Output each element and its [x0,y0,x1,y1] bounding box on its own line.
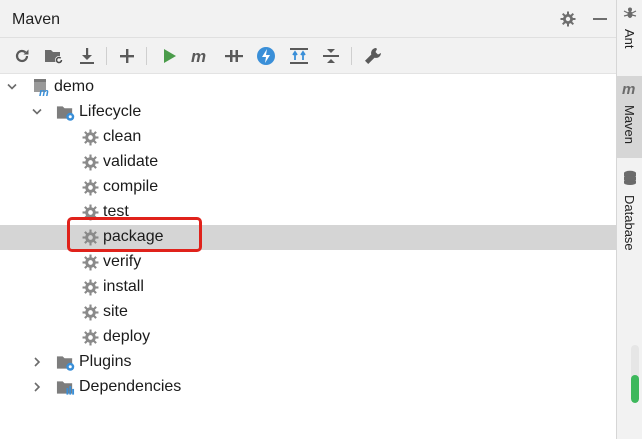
download-icon[interactable] [76,45,98,67]
run-icon[interactable] [158,45,180,67]
maven-module-icon: m [32,78,51,97]
maven-icon: m [622,81,638,101]
side-tab-label: Ant [622,29,637,49]
collapse-arrow-icon[interactable] [31,356,43,368]
collapse-all-icon[interactable] [320,45,342,67]
dependencies-folder-icon [56,378,75,397]
tree-node-plugins[interactable]: Plugins [0,350,616,375]
gear-icon [81,328,100,347]
tree-node-dependencies[interactable]: Dependencies [0,375,616,400]
toolbar-divider [146,47,147,65]
gear-icon [81,253,100,272]
lifecycle-goal-validate[interactable]: validate [0,150,616,175]
gear-icon [81,128,100,147]
memory-indicator-fill [631,375,639,403]
annotation-highlight-box [67,217,202,252]
reload-icon[interactable] [11,45,33,67]
goal-label: site [103,303,128,320]
toolbar-divider [106,47,107,65]
side-tab-database[interactable]: Database [617,170,642,254]
gear-icon [81,303,100,322]
goal-label: compile [103,178,159,195]
gear-icon [81,153,100,172]
wrench-icon[interactable] [362,45,384,67]
toolbar-divider [351,47,352,65]
goal-label: install [103,278,144,295]
goal-label: deploy [103,328,151,345]
svg-text:m: m [191,47,206,65]
plugins-folder-icon [56,353,75,372]
gear-icon [81,278,100,297]
goal-label: validate [103,153,159,170]
expand-arrow-icon[interactable] [6,81,18,93]
skip-tests-icon[interactable] [255,45,277,67]
lifecycle-goal-compile[interactable]: compile [0,175,616,200]
lifecycle-goal-install[interactable]: install [0,275,616,300]
tree-node-lifecycle[interactable]: Lifecycle [0,100,616,125]
tree-label-dependencies: Dependencies [79,378,182,395]
expand-arrow-icon[interactable] [31,106,43,118]
tool-window-header: Maven [0,0,616,38]
memory-indicator[interactable] [631,345,639,403]
tree-label-plugins: Plugins [79,353,132,370]
side-tab-label: Database [622,195,637,251]
svg-text:m: m [39,87,49,97]
minimize-icon[interactable] [591,10,609,28]
side-tab-label: Maven [622,105,637,145]
goal-label: verify [103,253,142,270]
tree-label-root: demo [54,78,95,95]
toggle-offline-icon[interactable] [223,45,245,67]
svg-text:m: m [622,82,635,96]
side-tab-maven[interactable]: m Maven [617,76,642,158]
show-dependencies-icon[interactable] [288,45,310,67]
generate-sources-icon[interactable] [43,45,65,67]
side-tab-ant[interactable]: Ant [617,6,642,64]
maven-tool-window: Maven m m demo Lifecycle clean validate … [0,0,617,439]
goal-label: clean [103,128,142,145]
lifecycle-folder-icon [56,103,75,122]
tool-window-title: Maven [12,11,61,28]
add-icon[interactable] [116,45,138,67]
maven-toolbar: m [0,38,616,74]
ant-icon [623,6,637,25]
lifecycle-goal-deploy[interactable]: deploy [0,325,616,350]
tree-node-demo[interactable]: m demo [0,75,616,100]
gear-icon [81,178,100,197]
database-icon [623,170,637,191]
gear-icon[interactable] [559,10,577,28]
tree-label-lifecycle: Lifecycle [79,103,142,120]
collapse-arrow-icon[interactable] [31,381,43,393]
lifecycle-goal-site[interactable]: site [0,300,616,325]
lifecycle-goal-verify[interactable]: verify [0,250,616,275]
lifecycle-goal-clean[interactable]: clean [0,125,616,150]
maven-goal-icon[interactable]: m [190,45,212,67]
